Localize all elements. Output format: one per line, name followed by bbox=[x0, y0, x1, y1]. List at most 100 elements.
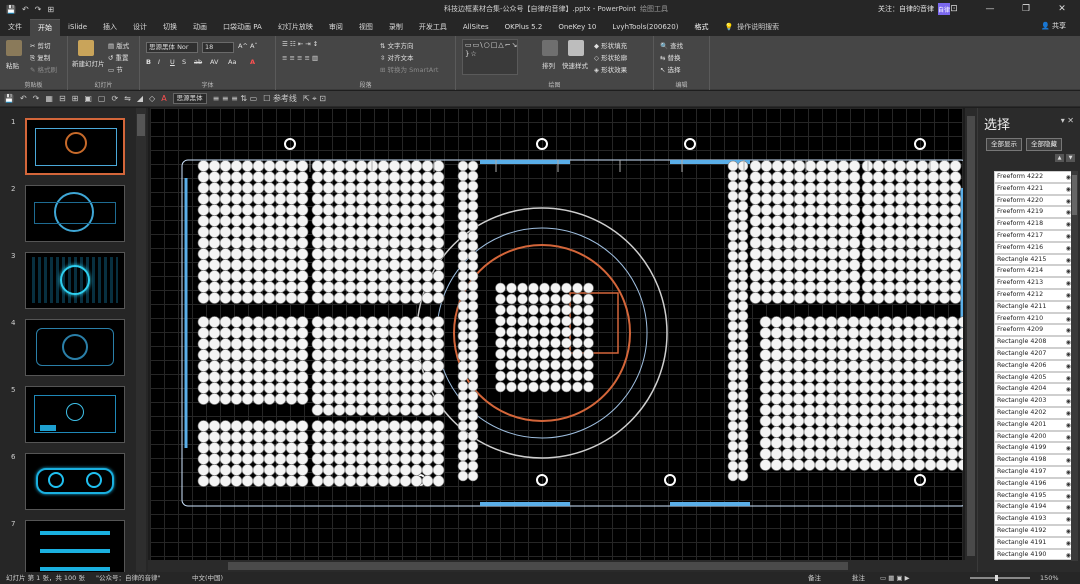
minimize-button[interactable]: — bbox=[972, 4, 1008, 14]
show-all-button[interactable]: 全部显示 bbox=[986, 138, 1022, 151]
align-text-button[interactable]: ⇳ 对齐文本 bbox=[380, 52, 414, 62]
tab-islide[interactable]: iSlide bbox=[60, 19, 95, 36]
zoom-slider[interactable] bbox=[970, 577, 1030, 579]
flip-icon[interactable]: ⇋ bbox=[124, 94, 131, 103]
strikethrough-button[interactable]: ab bbox=[194, 58, 202, 66]
shape-fill-button[interactable]: ◆ 形状填充 bbox=[594, 40, 627, 50]
vertical-scrollbar[interactable] bbox=[965, 108, 977, 572]
selection-list-item[interactable]: Rectangle 4208 ◉ bbox=[994, 336, 1074, 348]
font-color-icon[interactable]: A bbox=[161, 94, 166, 103]
tell-me-search[interactable]: 💡 操作说明搜索 bbox=[724, 19, 779, 36]
scrollbar-thumb[interactable] bbox=[228, 562, 848, 570]
align-buttons-icon[interactable]: ≡ ≡ ≡ ≡ ▥ bbox=[282, 54, 318, 62]
font-color-button[interactable]: A bbox=[250, 58, 255, 66]
scrollbar-thumb[interactable] bbox=[967, 116, 975, 556]
zoom-level[interactable]: 150% bbox=[1040, 572, 1059, 584]
paste-icon[interactable] bbox=[6, 40, 22, 56]
tab-pocket-animation[interactable]: 口袋动画 PA bbox=[215, 19, 270, 36]
replace-button[interactable]: ⇆ 替换 bbox=[660, 52, 681, 62]
tab-record[interactable]: 录制 bbox=[381, 19, 411, 36]
tab-lvyhtools[interactable]: LvyhTools(200620) bbox=[604, 19, 686, 36]
text-icons[interactable]: ≡ ≡ ≡ ⇅ ▭ bbox=[213, 94, 258, 103]
selection-list-item[interactable]: Rectangle 4194 ◉ bbox=[994, 501, 1074, 514]
view-buttons-icon[interactable]: ▭ ▦ ▣ ▶ bbox=[880, 572, 910, 584]
selection-list-item[interactable]: Rectangle 4193 ◉ bbox=[994, 513, 1074, 525]
selection-list-item[interactable]: Rectangle 4196 ◉ bbox=[994, 477, 1074, 490]
maximize-button[interactable]: ❐ bbox=[1008, 4, 1044, 14]
shadow-button[interactable]: S bbox=[182, 58, 186, 66]
selection-list-item[interactable]: Rectangle 4190 ◉ bbox=[994, 548, 1074, 561]
copy-button[interactable]: ⎘ 复制 bbox=[30, 52, 50, 63]
change-case-button[interactable]: Aa bbox=[228, 58, 236, 66]
selection-list-item[interactable]: Rectangle 4201 ◉ bbox=[994, 418, 1074, 431]
list-buttons-icon[interactable]: ☰ ☷ ⇤ ⇥ ↕ bbox=[282, 40, 318, 48]
bold-button[interactable]: B bbox=[146, 58, 151, 66]
close-button[interactable]: ✕ bbox=[1044, 4, 1080, 14]
section-button[interactable]: ▭ 节 bbox=[108, 64, 123, 74]
slide-thumbnail[interactable] bbox=[25, 520, 125, 577]
misc-icons[interactable]: ⇱ ⌖ ⊡ bbox=[303, 94, 326, 104]
tab-animations[interactable]: 动画 bbox=[185, 19, 215, 36]
tab-home[interactable]: 开始 bbox=[30, 19, 60, 36]
underline-button[interactable]: U bbox=[170, 58, 175, 66]
shape-outline-button[interactable]: ◇ 形状轮廓 bbox=[594, 52, 627, 62]
slide-thumbnail[interactable] bbox=[25, 386, 125, 443]
zoom-slider-knob[interactable] bbox=[995, 575, 998, 581]
rotate-icon[interactable]: ⟳ bbox=[111, 94, 118, 103]
new-slide-icon[interactable] bbox=[78, 40, 94, 56]
selection-list-item[interactable]: Freeform 4213 ◉ bbox=[994, 277, 1074, 289]
selection-list-item[interactable]: Rectangle 4192 ◉ bbox=[994, 524, 1074, 537]
group-icon[interactable]: ▣ bbox=[84, 94, 92, 103]
chevron-down-icon[interactable]: ▾ bbox=[1061, 116, 1065, 125]
tab-design[interactable]: 设计 bbox=[125, 19, 155, 36]
arrange-icon[interactable] bbox=[542, 40, 558, 56]
selection-list-item[interactable]: Freeform 4210 ◉ bbox=[994, 312, 1074, 325]
selection-list-item[interactable]: Freeform 4217 ◉ bbox=[994, 229, 1074, 242]
pane-scrollbar[interactable] bbox=[1071, 171, 1078, 561]
selection-list-item[interactable]: Freeform 4214 ◉ bbox=[994, 265, 1074, 278]
align-icon[interactable]: ⊟ bbox=[59, 94, 66, 103]
selection-list-item[interactable]: Rectangle 4207 ◉ bbox=[994, 347, 1074, 360]
convert-smartart-button[interactable]: ⊞ 转换为 SmartArt bbox=[380, 64, 438, 74]
ribbon-options-icon[interactable]: ⊡ bbox=[936, 4, 972, 14]
outline-icon[interactable]: ◇ bbox=[149, 94, 155, 103]
quick-styles-button[interactable]: 快速样式 bbox=[562, 60, 588, 70]
font-name-dropdown[interactable]: 思源黑体 Nor bbox=[146, 42, 198, 53]
close-icon[interactable]: ✕ bbox=[1067, 116, 1074, 125]
increase-font-icon[interactable]: A^ Aˇ bbox=[238, 42, 258, 50]
reset-button[interactable]: ↺ 重置 bbox=[108, 52, 129, 62]
undo-icon[interactable]: ↶ bbox=[20, 94, 27, 103]
selection-list-item[interactable]: Rectangle 4203 ◉ bbox=[994, 395, 1074, 407]
slide-thumbnail[interactable] bbox=[25, 185, 125, 242]
selection-list-item[interactable]: Rectangle 4202 ◉ bbox=[994, 406, 1074, 419]
tab-review[interactable]: 审阅 bbox=[321, 19, 351, 36]
italic-button[interactable]: I bbox=[158, 58, 160, 66]
selected-shapes-artwork[interactable] bbox=[150, 108, 963, 560]
tab-view[interactable]: 视图 bbox=[351, 19, 381, 36]
selection-list-item[interactable]: Rectangle 4197 ◉ bbox=[994, 465, 1074, 478]
horizontal-scrollbar[interactable] bbox=[148, 560, 965, 572]
find-button[interactable]: 🔍 查找 bbox=[660, 40, 683, 50]
tab-insert[interactable]: 插入 bbox=[95, 19, 125, 36]
cut-button[interactable]: ✂ 剪切 bbox=[30, 40, 51, 50]
char-spacing-button[interactable]: AV bbox=[210, 58, 218, 66]
quick-styles-icon[interactable] bbox=[568, 40, 584, 56]
shape-effects-button[interactable]: ◈ 形状效果 bbox=[594, 64, 627, 74]
selection-list-item[interactable]: Rectangle 4205 ◉ bbox=[994, 371, 1074, 384]
tab-slideshow[interactable]: 幻灯片放映 bbox=[270, 19, 321, 36]
selection-list-item[interactable]: Freeform 4222 ◉ bbox=[994, 171, 1074, 183]
tab-format[interactable]: 格式 bbox=[686, 19, 716, 36]
tab-onekey[interactable]: OneKey 10 bbox=[550, 19, 604, 36]
fill-icon[interactable]: ◢ bbox=[137, 94, 143, 103]
text-direction-button[interactable]: ⇅ 文字方向 bbox=[380, 40, 414, 50]
selection-list-item[interactable]: Rectangle 4204 ◉ bbox=[994, 383, 1074, 396]
slide-thumbnail[interactable] bbox=[25, 118, 125, 175]
ungroup-icon[interactable]: ▢ bbox=[98, 94, 106, 103]
save-icon[interactable]: 💾 bbox=[4, 94, 14, 103]
toolbar-font-box[interactable]: 思源黑体 bbox=[172, 93, 207, 104]
selection-list-item[interactable]: Freeform 4209 ◉ bbox=[994, 324, 1074, 337]
comments-button[interactable]: 批注 bbox=[852, 572, 865, 584]
selection-list-item[interactable]: Freeform 4220 ◉ bbox=[994, 194, 1074, 207]
layout-button[interactable]: ▤ 版式 bbox=[108, 40, 129, 50]
tab-allsites[interactable]: AllSites bbox=[455, 19, 497, 36]
